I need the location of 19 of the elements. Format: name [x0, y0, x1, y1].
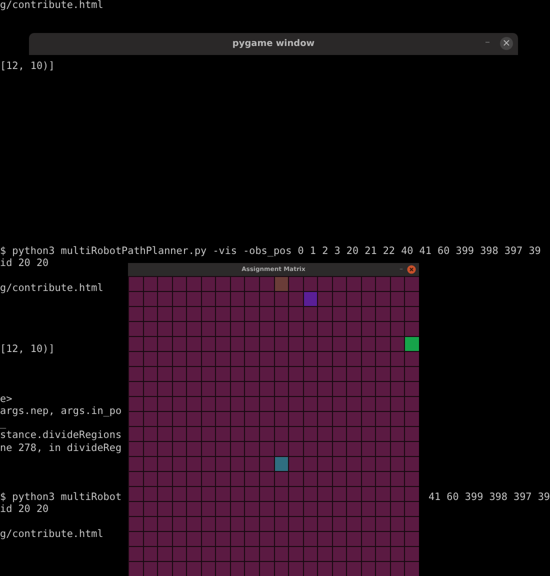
terminal-line: 41 60 399 398 397 39: [428, 492, 550, 504]
terminal-line: e>: [0, 394, 12, 406]
terminal-line: _: [0, 418, 6, 430]
terminal-line: id 20 20: [0, 258, 49, 271]
terminal-line: $ python3 multiRobotPathPlanner.py -vis -obs_pos 0 1 2 3 20 21 22 40 41 60 399 398 397 39: [0, 246, 541, 258]
terminal-line: g/contribute.html: [0, 0, 104, 12]
terminal-line: [12, 10)]: [0, 61, 55, 74]
terminal-line: [12, 10)]: [0, 344, 55, 357]
terminal-line: g/contribute.html: [0, 282, 104, 296]
terminal-line: ne 278, in divideReg: [0, 442, 122, 456]
terminal-line: id 20 20: [0, 504, 49, 516]
close-icon[interactable]: [407, 265, 416, 274]
terminal-line: args.nep, args.in_po: [0, 406, 122, 418]
terminal-line: stance.divideRegions: [0, 430, 122, 443]
close-button[interactable]: ×: [500, 37, 513, 50]
terminal-line: g/contribute.html: [0, 528, 104, 542]
window-title: pygame window: [232, 39, 315, 49]
terminal-line: $ python3 multiRobot: [0, 492, 122, 504]
minimize-button[interactable]: –: [485, 37, 490, 48]
